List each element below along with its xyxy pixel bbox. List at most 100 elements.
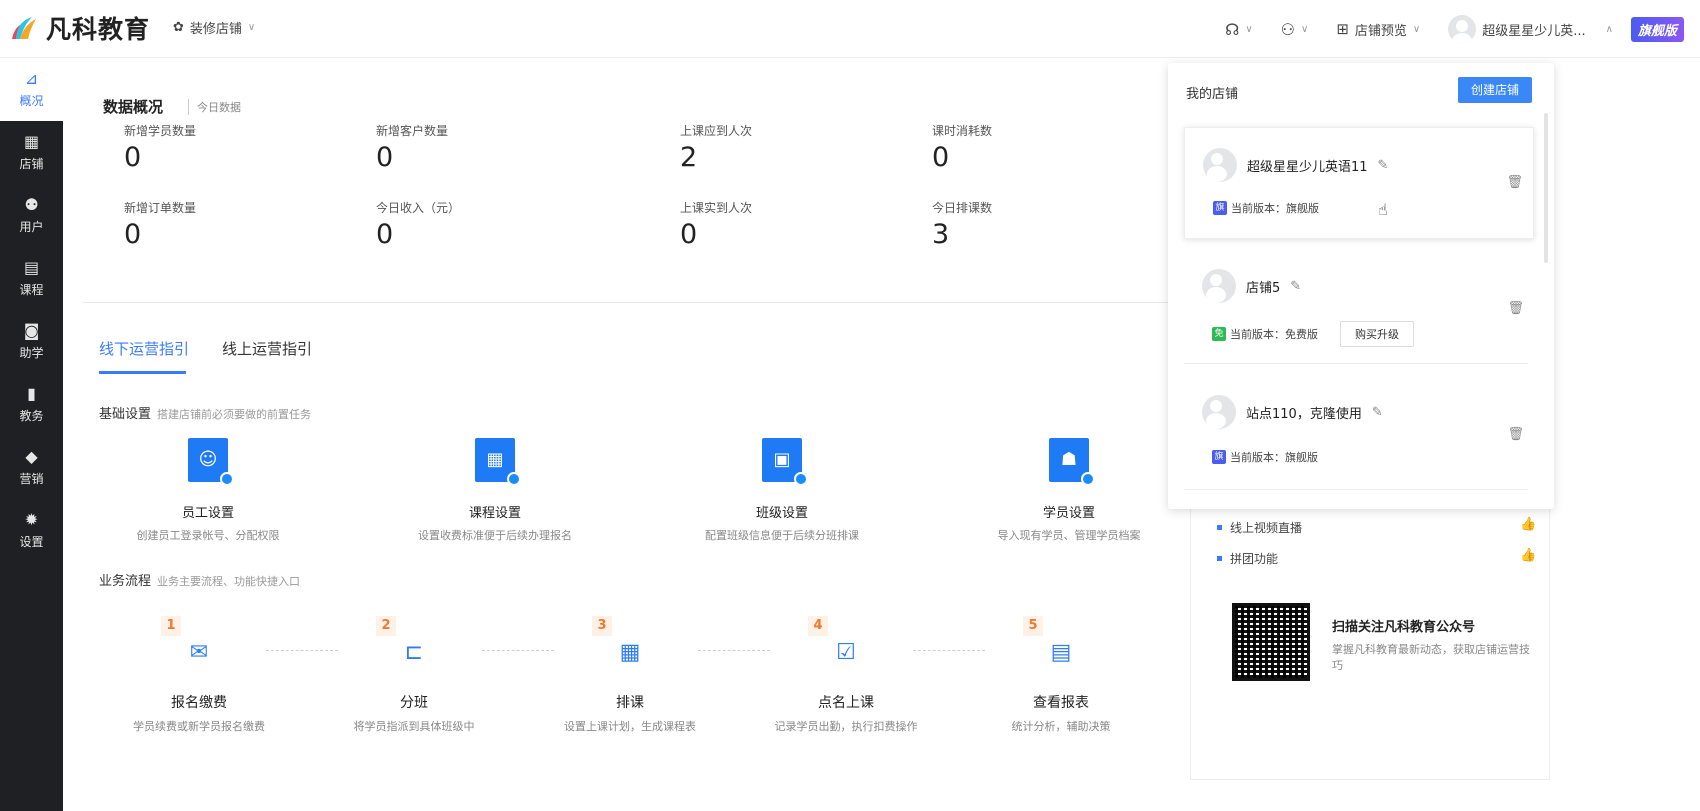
- stat-label: 新增客户数量: [376, 124, 449, 138]
- sidebar-item-course[interactable]: ▤ 课程: [0, 247, 63, 310]
- store-name: 站点110，克隆使用: [1246, 406, 1362, 422]
- flow-step-attendance[interactable]: ☑ 点名上课 记录学员出勤，执行扣费操作: [736, 638, 956, 734]
- qr-code-icon: [1232, 603, 1310, 681]
- palette-icon: ✿: [173, 20, 184, 35]
- flow-step-enroll[interactable]: ✉ 报名缴费 学员续费或新学员报名缴费: [89, 638, 309, 734]
- stat-new-students[interactable]: 新增学员数量 0: [124, 122, 196, 173]
- edit-icon[interactable]: ✎: [1290, 279, 1301, 294]
- upgrade-button[interactable]: 购买升级: [1340, 321, 1414, 347]
- decor-store-menu[interactable]: ✿ 装修店铺 ∨: [173, 18, 255, 37]
- sidebar-item-marketing[interactable]: ◆ 营销: [0, 436, 63, 499]
- stat-lessons-consumed[interactable]: 课时消耗数 0: [932, 122, 992, 173]
- stat-value: 0: [124, 142, 142, 173]
- wallet-icon: ✉: [189, 640, 209, 665]
- flow-title: 业务流程 业务主要流程、功能快捷入口: [99, 570, 300, 589]
- flow-step-name: 分班: [400, 695, 428, 711]
- sidebar-item-label: 概况: [19, 94, 44, 108]
- sidebar-item-study[interactable]: ◙ 助学: [0, 310, 63, 373]
- qr-title: 扫描关注凡科教育公众号: [1332, 620, 1476, 635]
- sidebar-item-overview[interactable]: ⊿ 概况: [0, 58, 63, 121]
- stat-new-orders[interactable]: 新增订单数量 0: [124, 199, 196, 250]
- thumbs-up-icon[interactable]: 👍: [1520, 517, 1536, 532]
- my-stores-dropdown: 我的店铺 创建店铺 超级星星少儿英语11 ✎ 旗 当前版本：旗舰版 🗑 店铺5 …: [1168, 63, 1554, 509]
- stat-label: 上课应到人次: [680, 124, 753, 138]
- sidebar-item-store[interactable]: ▦ 店铺: [0, 121, 63, 184]
- calendar-icon: ▦: [619, 640, 641, 665]
- stat-today-schedule[interactable]: 今日排课数 3: [932, 199, 992, 250]
- flow-step-number: 3: [592, 616, 612, 636]
- sidebar-item-label: 设置: [19, 535, 44, 549]
- sidebar-item-academic[interactable]: ▮ 教务: [0, 373, 63, 436]
- store-switcher[interactable]: 超级星星少儿英... ∧: [1448, 15, 1613, 43]
- thumbs-up-icon[interactable]: 👍: [1520, 548, 1536, 563]
- store-card[interactable]: 站点110，克隆使用 ✎ 旗 当前版本：旗舰版 🗑: [1184, 383, 1534, 493]
- store-preview-menu[interactable]: ⊞ 店铺预览 ∨: [1336, 20, 1420, 39]
- scrollbar[interactable]: [1544, 113, 1548, 263]
- setup-student[interactable]: ☗ 学员设置 导入现有学员、管理学员档案: [949, 438, 1189, 543]
- flow-step-number: 2: [376, 616, 396, 636]
- basic-settings-title: 基础设置 搭建店铺前必须要做的前置任务: [99, 403, 311, 422]
- sidebar-item-users[interactable]: ⚉ 用户: [0, 184, 63, 247]
- tab-online-guide[interactable]: 线上运营指引: [222, 338, 312, 359]
- flow-step-report[interactable]: ▤ 查看报表 统计分析，辅助决策: [951, 638, 1171, 734]
- flow-step-desc: 设置上课计划，生成课程表: [564, 720, 696, 733]
- chevron-down-icon: ∨: [1301, 23, 1309, 35]
- store-avatar: [1203, 148, 1237, 182]
- version-text: 当前版本：旗舰版: [1231, 202, 1319, 215]
- flow-step-schedule[interactable]: ▦ 排课 设置上课计划，生成课程表: [520, 638, 740, 734]
- flow-step-name: 点名上课: [818, 695, 874, 711]
- top-right-actions: ☊ ∨ ⚇ ∨ ⊞ 店铺预览 ∨ 超级星星少儿英... ∧ 旗舰版: [1197, 10, 1684, 48]
- flow-connector: [913, 650, 985, 651]
- student-icon: ☗: [1049, 438, 1095, 486]
- create-store-button[interactable]: 创建店铺: [1458, 77, 1532, 103]
- support-menu[interactable]: ☊ ∨: [1225, 20, 1253, 39]
- logo[interactable]: 凡科教育: [10, 10, 150, 46]
- trash-icon[interactable]: 🗑: [1507, 427, 1524, 442]
- setup-course[interactable]: ▦ 课程设置 设置收费标准便于后续办理报名: [375, 438, 615, 543]
- avatar: [1448, 15, 1477, 43]
- stat-new-customers[interactable]: 新增客户数量 0: [376, 122, 448, 173]
- trash-icon[interactable]: 🗑: [1506, 175, 1523, 190]
- flow-step-desc: 统计分析，辅助决策: [1011, 720, 1111, 733]
- store-card[interactable]: 店铺5 ✎ 免 当前版本：免费版 购买升级 🗑: [1184, 257, 1534, 367]
- decor-store-label: 装修店铺: [189, 22, 242, 37]
- tab-offline-guide[interactable]: 线下运营指引: [99, 338, 189, 359]
- basic-settings-subtitle: 搭建店铺前必须要做的前置任务: [157, 408, 312, 421]
- flow-step-assign-class[interactable]: ⊏ 分班 将学员指派到具体班级中: [304, 638, 524, 734]
- overview-subtitle: 今日数据: [188, 99, 241, 115]
- store-avatar: [1202, 269, 1236, 303]
- stat-label: 课时消耗数: [932, 124, 993, 138]
- sidebar-item-settings[interactable]: ✹ 设置: [0, 499, 63, 562]
- sidebar-item-label: 店铺: [19, 157, 44, 171]
- store-version: 旗 当前版本：旗舰版: [1213, 200, 1319, 216]
- sidebar-item-label: 营销: [19, 472, 44, 486]
- headset-icon: ☊: [1225, 19, 1240, 39]
- edit-icon[interactable]: ✎: [1372, 405, 1383, 420]
- flow-step-number: 1: [161, 616, 181, 636]
- setup-desc: 设置收费标准便于后续办理报名: [418, 529, 572, 542]
- setup-class[interactable]: ▣ 班级设置 配置班级信息便于后续分班排课: [662, 438, 902, 543]
- setup-staff[interactable]: ☺ 员工设置 创建员工登录帐号、分配权限: [88, 438, 328, 543]
- stat-expected-attendance[interactable]: 上课应到人次 2: [680, 122, 752, 173]
- tab-underline: [99, 371, 186, 374]
- edit-icon[interactable]: ✎: [1378, 158, 1389, 173]
- chevron-up-icon: ∧: [1605, 23, 1613, 35]
- stat-actual-attendance[interactable]: 上课实到人次 0: [680, 199, 752, 250]
- store-card[interactable]: 超级星星少儿英语11 ✎ 旗 当前版本：旗舰版 🗑: [1184, 127, 1534, 239]
- flow-subtitle: 业务主要流程、功能快捷入口: [157, 575, 301, 588]
- qr-desc: 掌握凡科教育最新动态，获取店铺运营技巧: [1332, 643, 1530, 672]
- feature-bullet[interactable]: 拼团功能: [1217, 550, 1278, 567]
- account-menu[interactable]: ⚇ ∨: [1281, 20, 1309, 39]
- stat-today-income[interactable]: 今日收入（元） 0: [376, 199, 460, 250]
- divider: [1184, 363, 1528, 364]
- trash-icon[interactable]: 🗑: [1507, 301, 1524, 316]
- store-head: 超级星星少儿英语11 ✎: [1203, 148, 1388, 182]
- tag-icon: ◆: [25, 447, 38, 466]
- setup-name: 班级设置: [755, 506, 808, 521]
- stat-label: 今日收入（元）: [376, 201, 461, 215]
- flow-step-name: 查看报表: [1033, 695, 1089, 711]
- flow-step-desc: 学员续费或新学员报名缴费: [133, 720, 265, 733]
- stat-value: 0: [376, 219, 394, 250]
- flagship-badge: 旗舰版: [1630, 16, 1684, 42]
- feature-bullet[interactable]: 线上视频直播: [1217, 519, 1302, 536]
